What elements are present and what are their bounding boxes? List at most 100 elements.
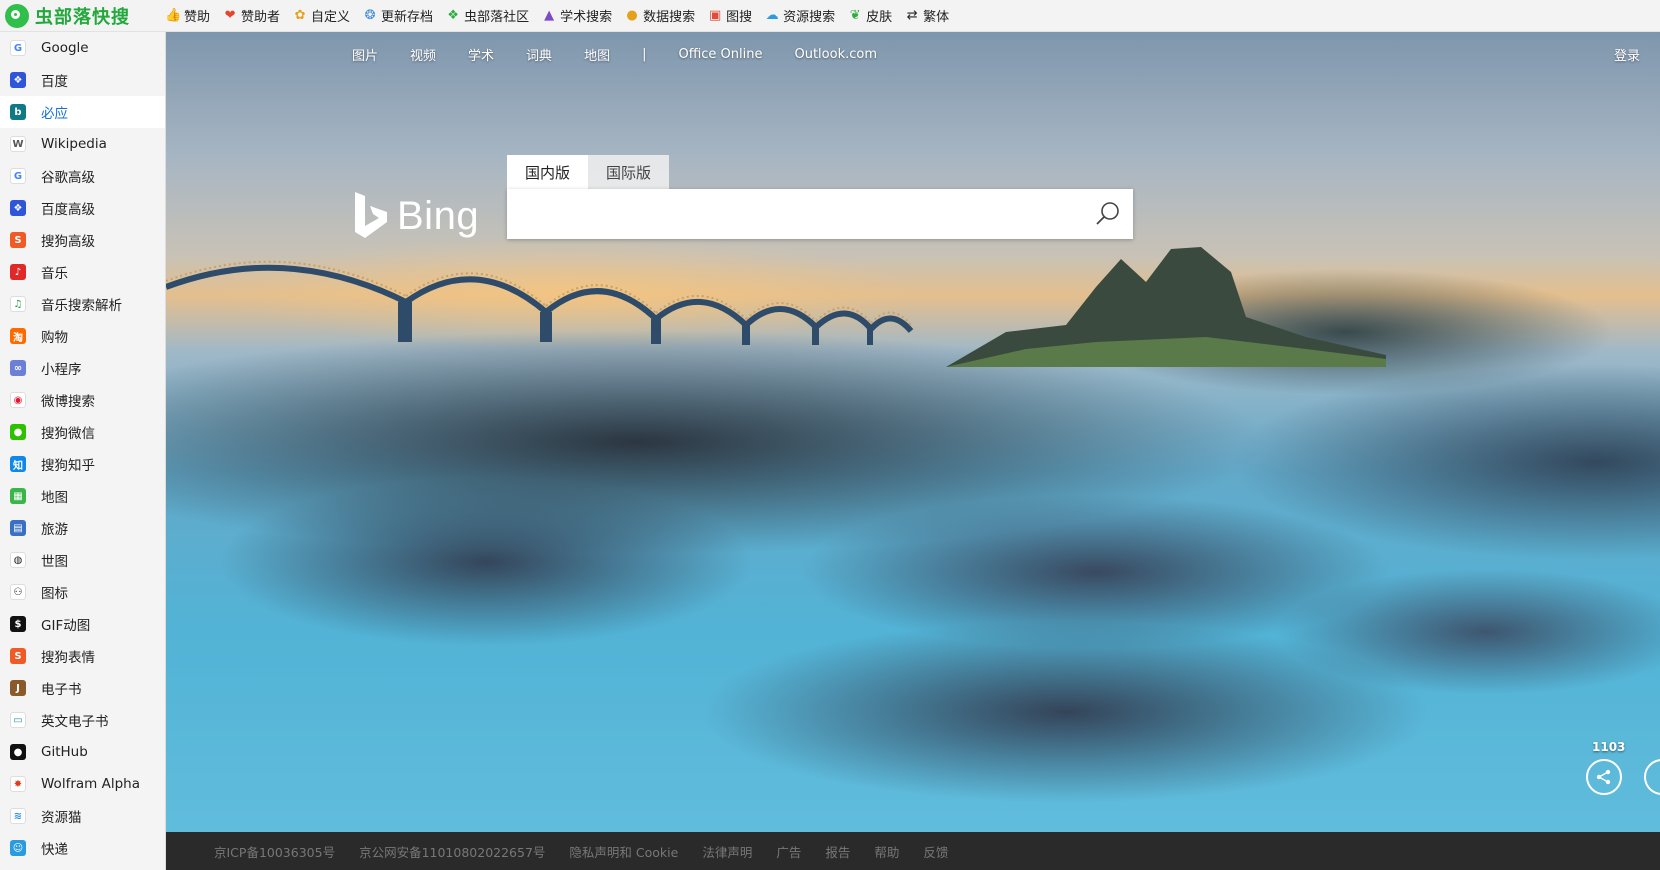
sidebar-item-label: 必应 — [41, 106, 68, 122]
nav-link-0[interactable]: 图片 — [352, 45, 378, 64]
sidebar-item-21[interactable]: ▭ 英文电子书 — [0, 704, 165, 736]
leaf-icon: ❦ — [849, 8, 861, 23]
swap-icon: ⇄ — [906, 8, 918, 23]
sidebar-item-label: 搜狗高级 — [41, 234, 95, 250]
toolbar-item-label: 图搜 — [726, 10, 753, 25]
sidebar-item-label: Wikipedia — [41, 136, 107, 152]
sidebar-item-label: 小程序 — [41, 362, 82, 378]
google-icon: G — [10, 40, 26, 56]
footer-link-7[interactable]: 反馈 — [923, 842, 948, 861]
toolbar-item-8[interactable]: ☁ 资源搜索 — [764, 6, 836, 25]
footer-link-6[interactable]: 帮助 — [874, 842, 899, 861]
footer-link-0[interactable]: 京ICP备10036305号 — [214, 842, 335, 861]
wolfram-icon: ✸ — [10, 776, 26, 792]
footer-link-3[interactable]: 法律声明 — [702, 842, 752, 861]
share-button[interactable] — [1586, 759, 1622, 795]
sidebar-item-1[interactable]: ❖ 百度 — [0, 64, 165, 96]
sidebar-item-9[interactable]: 淘购物 — [0, 320, 165, 352]
sidebar-item-25[interactable]: ☺ 快递 — [0, 832, 165, 864]
sidebar-item-0[interactable]: G Google — [0, 32, 165, 64]
nav-link-6[interactable]: Office Online — [678, 47, 762, 62]
toolbar-item-label: 虫部落社区 — [464, 10, 530, 25]
brand-name: 虫部落快搜 — [35, 6, 130, 28]
sidebar-item-label: 英文电子书 — [41, 714, 109, 730]
nav-link-7[interactable]: Outlook.com — [794, 47, 877, 62]
toolbar-links: 👍 赞助 ❤ 赞助者 ✿ 自定义 ❂ 更新存档 ❖ 虫部落社区 ▲ 学术搜索 ● 数据搜索 ▣ 图搜 ☁ 资源搜索… — [165, 6, 961, 25]
tab-international[interactable]: 国际版 — [588, 155, 670, 189]
mini-program-icon: ∞ — [10, 360, 26, 376]
baidu-icon: ❖ — [10, 72, 26, 88]
sidebar-item-24[interactable]: ≋ 资源猫 — [0, 800, 165, 832]
bridge-illustration — [166, 260, 914, 345]
toolbar-item-10[interactable]: ⇄ 繁体 — [904, 6, 949, 25]
search-icon[interactable] — [1093, 199, 1123, 229]
toolbar-item-label: 赞助 — [184, 10, 211, 25]
toolbar-item-label: 繁体 — [923, 10, 950, 25]
sidebar-item-11[interactable]: ◉ 微博搜索 — [0, 384, 165, 416]
sidebar-item-2[interactable]: b 必应 — [0, 96, 165, 128]
sidebar-item-label: 搜狗微信 — [41, 426, 95, 442]
refresh-icon: ❂ — [364, 8, 376, 23]
toolbar-item-label: 自定义 — [311, 10, 351, 25]
sidebar-item-7[interactable]: ♪ 音乐 — [0, 256, 165, 288]
toolbar-item-2[interactable]: ✿ 自定义 — [292, 6, 350, 25]
bing-homepage: 图片 视频 学术 词典 地图 | Office Online Outlook.com 登录 B… — [166, 32, 1660, 832]
nav-link-2[interactable]: 学术 — [468, 45, 494, 64]
sidebar-item-23[interactable]: ✸ Wolfram Alpha — [0, 768, 165, 800]
island-silhouette — [946, 247, 1386, 367]
toolbar-item-9[interactable]: ❦ 皮肤 — [847, 6, 892, 25]
sidebar-item-19[interactable]: S 搜狗表情 — [0, 640, 165, 672]
sidebar-item-label: Wolfram Alpha — [41, 776, 140, 792]
toolbar-item-label: 学术搜索 — [560, 10, 613, 25]
sidebar-item-4[interactable]: G 谷歌高级 — [0, 160, 165, 192]
toolbar-item-1[interactable]: ❤ 赞助者 — [222, 6, 280, 25]
sidebar-item-3[interactable]: W Wikipedia — [0, 128, 165, 160]
toolbar-item-4[interactable]: ❖ 虫部落社区 — [445, 6, 529, 25]
community-icon: ❖ — [447, 8, 459, 23]
toolbar-item-6[interactable]: ● 数据搜索 — [624, 6, 695, 25]
sidebar-item-label: 图标 — [41, 586, 68, 602]
sidebar-item-20[interactable]: J 电子书 — [0, 672, 165, 704]
footer-link-1[interactable]: 京公网安备11010802022657号 — [359, 842, 545, 861]
info-button[interactable] — [1644, 759, 1660, 795]
sidebar-item-12[interactable]: ● 搜狗微信 — [0, 416, 165, 448]
nav-link-1[interactable]: 视频 — [410, 45, 436, 64]
sidebar-item-10[interactable]: ∞ 小程序 — [0, 352, 165, 384]
bing-logo-icon — [355, 192, 387, 238]
toolbar-item-3[interactable]: ❂ 更新存档 — [362, 6, 433, 25]
image-count: 1103 — [1592, 740, 1626, 754]
nav-link-4[interactable]: 地图 — [584, 45, 610, 64]
toolbar-item-5[interactable]: ▲ 学术搜索 — [541, 6, 612, 25]
toolbar-item-7[interactable]: ▣ 图搜 — [707, 6, 752, 25]
sidebar-item-8[interactable]: ♫ 音乐搜索解析 — [0, 288, 165, 320]
sidebar-item-label: 世图 — [41, 554, 68, 570]
sidebar-item-label: 搜狗知乎 — [41, 458, 95, 474]
footer-link-2[interactable]: 隐私声明和 Cookie — [569, 842, 678, 861]
tab-domestic[interactable]: 国内版 — [507, 155, 589, 189]
resource-cat-icon: ≋ — [10, 808, 26, 824]
toolbar-item-0[interactable]: 👍 赞助 — [165, 6, 210, 25]
zhihu-icon: 知 — [10, 456, 26, 472]
sidebar-item-6[interactable]: S 搜狗高级 — [0, 224, 165, 256]
brand[interactable]: 虫部落快搜 — [0, 3, 165, 29]
sidebar-item-18[interactable]: $ GIF动图 — [0, 608, 165, 640]
sidebar-item-5[interactable]: ❖ 百度高级 — [0, 192, 165, 224]
footer-link-4[interactable]: 广告 — [776, 842, 801, 861]
sidebar-item-16[interactable]: ◍ 世图 — [0, 544, 165, 576]
sidebar-item-14[interactable]: ▦ 地图 — [0, 480, 165, 512]
sidebar-item-22[interactable]: ● GitHub — [0, 736, 165, 768]
sidebar-item-13[interactable]: 知搜狗知乎 — [0, 448, 165, 480]
search-input[interactable] — [507, 189, 1095, 237]
globe-icon: ◍ — [10, 552, 26, 568]
login-link[interactable]: 登录 — [1614, 45, 1640, 64]
sidebar-item-17[interactable]: ⚇ 图标 — [0, 576, 165, 608]
nav-link-3[interactable]: 词典 — [526, 45, 552, 64]
brand-logo-icon — [5, 3, 29, 28]
sidebar-item-15[interactable]: ▤ 旅游 — [0, 512, 165, 544]
sidebar-item-label: 微博搜索 — [41, 394, 95, 410]
bing-icon: b — [10, 104, 26, 120]
google-advanced-icon: G — [10, 168, 26, 184]
gif-icon: $ — [10, 616, 26, 632]
footer-link-5[interactable]: 报告 — [825, 842, 850, 861]
sogou-icon: S — [10, 232, 26, 248]
